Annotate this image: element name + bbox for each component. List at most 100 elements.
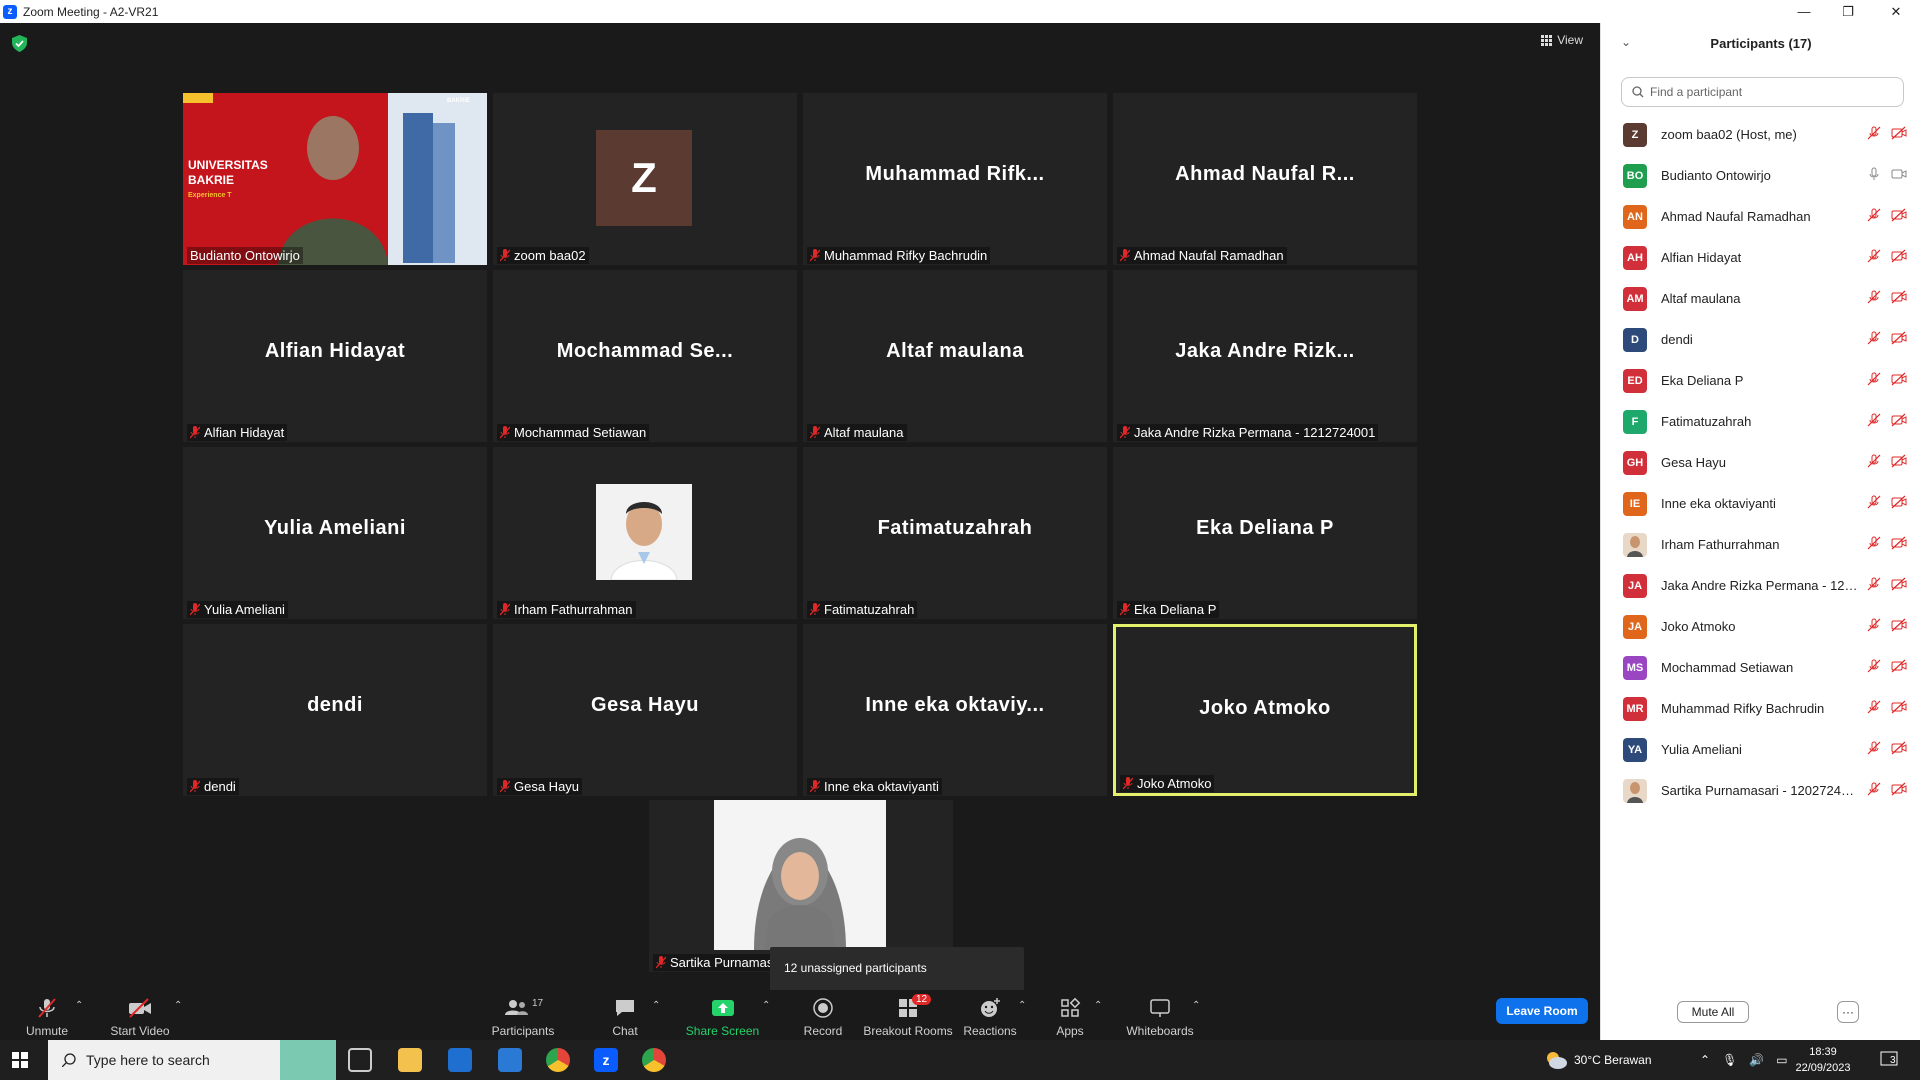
chat-button[interactable]: Chat [600, 990, 650, 1040]
volume-icon[interactable]: 🔊 [1749, 1053, 1764, 1067]
video-off-icon[interactable] [1891, 782, 1907, 796]
video-off-icon[interactable] [1891, 454, 1907, 468]
video-tile[interactable]: Ahmad Naufal R... Ahmad Naufal Ramadhan [1113, 93, 1417, 265]
participant-row[interactable]: Ddendi [1601, 319, 1920, 360]
video-off-icon[interactable] [1891, 700, 1907, 714]
participants-button[interactable]: 17 Participants [478, 990, 568, 1040]
video-tile[interactable]: Altaf maulana Altaf maulana [803, 270, 1107, 442]
video-tile[interactable]: Gesa Hayu Gesa Hayu [493, 624, 797, 796]
video-off-icon[interactable] [1891, 331, 1907, 345]
task-view-icon[interactable] [348, 1048, 372, 1072]
mic-muted-icon[interactable] [1867, 413, 1881, 427]
mic-muted-icon[interactable] [1867, 536, 1881, 550]
video-off-icon[interactable] [1891, 249, 1907, 263]
mic-muted-icon[interactable] [1867, 782, 1881, 796]
mute-all-button[interactable]: Mute All [1677, 1001, 1749, 1023]
participant-row[interactable]: AM Altaf maulana [1601, 278, 1920, 319]
chrome-profile-icon[interactable] [642, 1048, 666, 1072]
windows-start-icon[interactable] [12, 1052, 28, 1068]
video-tile[interactable]: UNIVERSITAS BAKRIE Experience T BAKRIE Budia… [183, 93, 487, 265]
video-tile[interactable]: Irham Fathurrahman [493, 447, 797, 619]
encryption-shield-icon[interactable] [12, 35, 27, 52]
audio-options-caret[interactable]: ⌃ [75, 1000, 83, 1011]
participant-row[interactable]: Zzoom baa02 (Host, me) [1601, 114, 1920, 155]
participant-row[interactable]: BO Budianto Ontowirjo [1601, 155, 1920, 196]
whiteboards-button[interactable]: Whiteboards [1120, 990, 1200, 1040]
chrome-icon[interactable] [546, 1048, 570, 1072]
reactions-caret[interactable]: ⌃ [1018, 1000, 1026, 1011]
video-off-icon[interactable] [1891, 208, 1907, 222]
video-off-icon[interactable] [1891, 126, 1907, 140]
taskbar-clock[interactable]: 18:39 22/09/2023 [1783, 1044, 1863, 1076]
video-off-icon[interactable] [1891, 495, 1907, 509]
apps-button[interactable]: Apps [1050, 990, 1090, 1040]
participant-row[interactable]: MR Muhammad Rifky Bachrudin [1601, 688, 1920, 729]
unmute-button[interactable]: Unmute [12, 990, 82, 1040]
participant-row[interactable]: Irham Fathurrahman [1601, 524, 1920, 565]
participant-row[interactable]: Sartika Purnamasari - 1202724001 [1601, 770, 1920, 811]
start-video-button[interactable]: Start Video [100, 990, 180, 1040]
participant-row[interactable]: JA Jaka Andre Rizka Permana - 121... [1601, 565, 1920, 606]
participant-row[interactable]: JA Joko Atmoko [1601, 606, 1920, 647]
mic-muted-icon[interactable] [1867, 495, 1881, 509]
leave-room-button[interactable]: Leave Room [1496, 998, 1588, 1024]
participant-row[interactable]: AH Alfian Hidayat [1601, 237, 1920, 278]
participant-row[interactable]: MS Mochammad Setiawan [1601, 647, 1920, 688]
mail-icon[interactable] [498, 1048, 522, 1072]
video-tile[interactable]: Zzoom baa02 [493, 93, 797, 265]
video-tile[interactable]: Eka Deliana P Eka Deliana P [1113, 447, 1417, 619]
tray-chevron-icon[interactable]: ⌃ [1700, 1053, 1710, 1067]
video-tile[interactable]: Joko Atmoko Joko Atmoko [1113, 624, 1417, 796]
breakout-rooms-button[interactable]: Breakout Rooms [858, 990, 958, 1040]
taskbar-search-input[interactable]: Type here to search [48, 1040, 336, 1080]
participant-row[interactable]: ED Eka Deliana P [1601, 360, 1920, 401]
video-tile[interactable]: Fatimatuzahrah Fatimatuzahrah [803, 447, 1107, 619]
mic-muted-icon[interactable] [1867, 290, 1881, 304]
video-off-icon[interactable] [1891, 536, 1907, 550]
participant-row[interactable]: AN Ahmad Naufal Ramadhan [1601, 196, 1920, 237]
video-tile[interactable]: Inne eka oktaviy... Inne eka oktaviyanti [803, 624, 1107, 796]
zoom-taskbar-icon[interactable]: z [594, 1048, 618, 1072]
video-off-icon[interactable] [1891, 372, 1907, 386]
video-tile[interactable]: Jaka Andre Rizk... Jaka Andre Rizka Perma… [1113, 270, 1417, 442]
mic-muted-icon[interactable] [1867, 126, 1881, 140]
participant-search-input[interactable]: Find a participant [1621, 77, 1904, 107]
video-tile[interactable]: Alfian Hidayat Alfian Hidayat [183, 270, 487, 442]
minimize-button[interactable]: — [1784, 0, 1824, 23]
mic-on-icon[interactable] [1867, 167, 1881, 181]
mic-muted-icon[interactable] [1867, 454, 1881, 468]
mic-muted-icon[interactable] [1867, 249, 1881, 263]
mic-muted-icon[interactable] [1867, 372, 1881, 386]
participant-row[interactable]: IE Inne eka oktaviyanti [1601, 483, 1920, 524]
chat-options-caret[interactable]: ⌃ [652, 1000, 660, 1011]
share-screen-button[interactable]: Share Screen [680, 990, 765, 1040]
restore-button[interactable]: ❐ [1828, 0, 1868, 23]
close-button[interactable]: ✕ [1876, 0, 1916, 23]
video-off-icon[interactable] [1891, 659, 1907, 673]
mic-muted-icon[interactable] [1867, 618, 1881, 632]
system-tray[interactable]: ⌃ 🎙 🔊 ▭ [1700, 1040, 1788, 1080]
video-options-caret[interactable]: ⌃ [174, 1000, 182, 1011]
video-tile[interactable]: dendi dendi [183, 624, 487, 796]
more-options-button[interactable]: ··· [1837, 1001, 1859, 1023]
video-tile[interactable]: Mochammad Se... Mochammad Setiawan [493, 270, 797, 442]
file-explorer-icon[interactable] [398, 1048, 422, 1072]
weather-widget[interactable]: 30°C Berawan [1544, 1040, 1652, 1080]
mic-muted-icon[interactable] [1867, 741, 1881, 755]
participant-row[interactable]: YA Yulia Ameliani [1601, 729, 1920, 770]
mic-muted-icon[interactable] [1867, 577, 1881, 591]
share-options-caret[interactable]: ⌃ [762, 1000, 770, 1011]
mic-muted-icon[interactable] [1867, 700, 1881, 714]
video-off-icon[interactable] [1891, 741, 1907, 755]
record-button[interactable]: Record [790, 990, 856, 1040]
reactions-button[interactable]: Reactions [960, 990, 1020, 1040]
collapse-chevron-icon[interactable]: ⌄ [1621, 35, 1631, 49]
video-off-icon[interactable] [1891, 290, 1907, 304]
video-off-icon[interactable] [1891, 413, 1907, 427]
video-on-icon[interactable] [1891, 167, 1907, 181]
mic-muted-icon[interactable] [1867, 659, 1881, 673]
view-button[interactable]: View [1541, 33, 1583, 47]
microsoft-store-icon[interactable] [448, 1048, 472, 1072]
video-tile[interactable]: Muhammad Rifk... Muhammad Rifky Bachrudin [803, 93, 1107, 265]
participant-row[interactable]: F Fatimatuzahrah [1601, 401, 1920, 442]
